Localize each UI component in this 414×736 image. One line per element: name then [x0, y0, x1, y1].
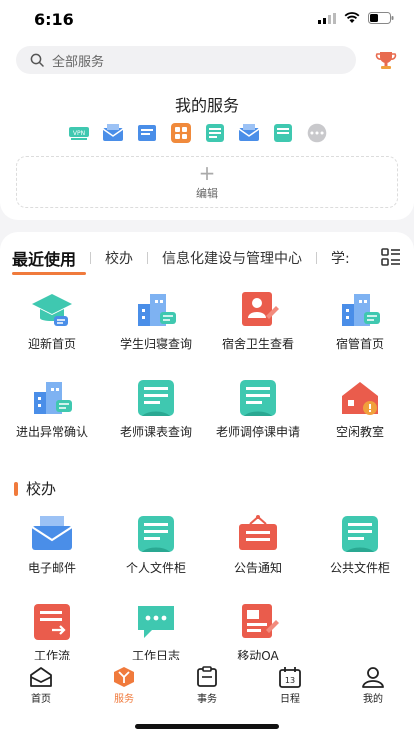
- nav-me[interactable]: 我的: [343, 666, 403, 705]
- section-title: 校办: [26, 480, 57, 498]
- tab-it-center[interactable]: 信息化建设与管理中心: [162, 248, 302, 268]
- tab-divider: [316, 252, 318, 264]
- app-public-file-cabinet[interactable]: 公共文件柜: [312, 514, 408, 576]
- search-input[interactable]: 全部服务: [16, 46, 356, 74]
- file-cabinet-icon: [138, 380, 174, 416]
- signal-icon: [318, 12, 336, 24]
- app-announcements[interactable]: 公告通知: [210, 514, 306, 576]
- nav-label: 事务: [197, 694, 217, 705]
- chat-bubble-icon: [138, 606, 174, 638]
- app-label: 公告通知: [233, 561, 282, 575]
- user-icon: [362, 667, 384, 688]
- category-tabs: 最近使用 校办 信息化建设与管理中心 学:: [12, 246, 350, 270]
- app-label: 学生归寝查询: [119, 337, 192, 351]
- tab-divider: [147, 252, 149, 264]
- app-label: 个人文件柜: [125, 561, 186, 575]
- app-personal-file-cabinet[interactable]: 个人文件柜: [108, 514, 204, 576]
- app-label: 电子邮件: [27, 561, 76, 575]
- home-icon: [30, 667, 52, 687]
- battery-icon: [368, 12, 394, 24]
- app-label: 老师课表查询: [119, 425, 192, 439]
- nav-home[interactable]: 首页: [11, 666, 71, 705]
- nav-label: 我的: [363, 694, 383, 705]
- active-tab-indicator: [12, 272, 86, 275]
- status-bar: 6:16: [0, 0, 414, 40]
- list-grid-icon[interactable]: [380, 246, 402, 268]
- tab-student[interactable]: 学:: [331, 248, 350, 268]
- document-icon[interactable]: [136, 122, 158, 144]
- buildings-icon: [138, 294, 176, 326]
- app-teacher-class-change[interactable]: 老师调停课申请: [210, 378, 306, 440]
- nav-affairs[interactable]: 事务: [177, 666, 237, 705]
- app-welcome-home[interactable]: 迎新首页: [4, 290, 100, 352]
- nav-label: 服务: [114, 694, 134, 705]
- app-label: 空闲教室: [335, 425, 384, 439]
- status-time: 6:16: [34, 10, 74, 29]
- app-teacher-schedule[interactable]: 老师课表查询: [108, 378, 204, 440]
- nav-label: 日程: [280, 694, 300, 705]
- edit-services-button[interactable]: + 编辑: [16, 156, 398, 208]
- svg-text:13: 13: [285, 676, 295, 685]
- app-label: 公共文件柜: [329, 561, 390, 575]
- app-student-dorm-query[interactable]: 学生归寝查询: [108, 290, 204, 352]
- search-icon: [30, 53, 44, 67]
- app-label: 迎新首页: [27, 337, 76, 351]
- file-cabinet-icon: [138, 516, 174, 552]
- search-placeholder: 全部服务: [52, 54, 105, 70]
- tab-divider: [90, 252, 92, 264]
- house-alert-icon: [342, 382, 378, 415]
- buildings-icon: [342, 294, 380, 326]
- section-accent-bar: [14, 481, 18, 496]
- my-services-title: 我的服务: [174, 96, 239, 115]
- badge-check-icon: [242, 292, 279, 326]
- mobile-oa-icon: [242, 604, 279, 638]
- buildings-icon: [34, 382, 72, 414]
- tab-school-office[interactable]: 校办: [105, 248, 133, 268]
- app-email[interactable]: 电子邮件: [4, 514, 100, 576]
- app-dorm-admin-home[interactable]: 宿管首页: [312, 290, 408, 352]
- app-dorm-hygiene[interactable]: 宿舍卫生查看: [210, 290, 306, 352]
- svg-text:VPN: VPN: [73, 130, 85, 137]
- quick-services-row: VPN: [68, 122, 328, 144]
- file-cabinet-icon[interactable]: [204, 122, 226, 144]
- wifi-icon: [344, 12, 360, 23]
- app-label: 宿舍卫生查看: [221, 337, 294, 351]
- file-folder-icon[interactable]: [272, 122, 294, 144]
- tab-recent[interactable]: 最近使用: [12, 246, 76, 270]
- mail-send-icon[interactable]: [238, 122, 260, 144]
- clipboard-icon: [197, 666, 217, 687]
- app-grid-icon[interactable]: [170, 122, 192, 144]
- app-label: 宿管首页: [335, 337, 384, 351]
- email-icon[interactable]: [102, 122, 124, 144]
- edit-label: 编辑: [196, 187, 218, 200]
- workflow-icon: [34, 604, 70, 640]
- status-icons: [318, 12, 394, 24]
- section-header-school-office: 校办: [14, 478, 56, 499]
- email-icon: [31, 516, 73, 550]
- app-work-log[interactable]: 工作日志: [108, 602, 204, 664]
- app-access-exception[interactable]: 进出异常确认: [4, 378, 100, 440]
- nav-services[interactable]: 服务: [94, 666, 154, 705]
- service-cube-icon: [114, 667, 134, 687]
- calendar-icon: 13: [279, 667, 301, 688]
- app-mobile-oa[interactable]: 移动OA: [210, 602, 306, 664]
- app-label: 进出异常确认: [15, 425, 88, 439]
- app-workflow[interactable]: 工作流: [4, 602, 100, 664]
- file-cabinet-icon: [342, 516, 378, 552]
- graduation-cap-icon: [32, 294, 72, 326]
- notice-board-icon: [239, 515, 277, 550]
- nav-schedule[interactable]: 13 日程: [260, 666, 320, 705]
- app-free-classroom[interactable]: 空闲教室: [312, 378, 408, 440]
- home-indicator[interactable]: [135, 724, 279, 729]
- plus-icon: +: [198, 161, 216, 185]
- more-icon[interactable]: [306, 122, 328, 144]
- app-label: 老师调停课申请: [215, 425, 300, 439]
- nav-label: 首页: [31, 694, 51, 705]
- file-cabinet-icon: [240, 380, 276, 416]
- vpn-icon[interactable]: VPN: [68, 122, 90, 144]
- trophy-icon[interactable]: [374, 48, 398, 72]
